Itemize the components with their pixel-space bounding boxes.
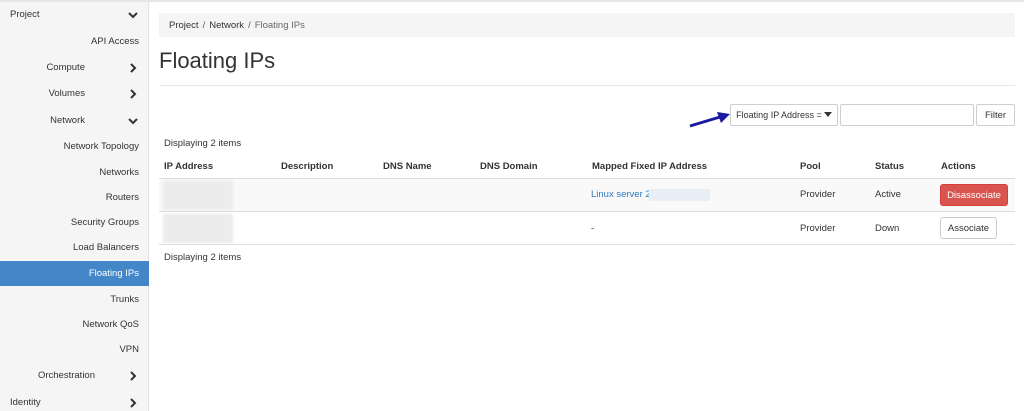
associate-button[interactable]: Associate	[940, 217, 997, 239]
column-header-ip-address[interactable]: IP Address	[164, 161, 213, 172]
page-title: Floating IPs	[159, 48, 276, 73]
filter-button[interactable]: Filter	[976, 104, 1015, 126]
table-row: Linux server 2 Provider Active Disassoci…	[159, 179, 1015, 212]
column-header-actions: Actions	[941, 161, 976, 172]
sidebar-item-floating-ips[interactable]: Floating IPs	[0, 261, 149, 286]
sidebar-item-routers[interactable]: Routers	[0, 185, 149, 210]
redacted-ip-address	[163, 181, 233, 210]
sidebar-item-label: Trunks	[110, 294, 139, 305]
sidebar: Project API Access Compute Volumes Netwo…	[0, 2, 149, 411]
sidebar-item-volumes[interactable]: Volumes	[0, 81, 149, 106]
row-pool: Provider	[800, 223, 836, 234]
displaying-count-bottom: Displaying 2 items	[164, 252, 242, 263]
sidebar-item-label: Security Groups	[70, 217, 139, 228]
row-status: Down	[875, 223, 900, 234]
chevron-right-icon	[130, 62, 137, 73]
sidebar-item-api-access[interactable]: API Access	[0, 29, 149, 54]
top-border	[0, 0, 1024, 2]
sidebar-item-network-topology[interactable]: Network Topology	[0, 134, 149, 159]
column-header-dns-domain[interactable]: DNS Domain	[480, 161, 538, 172]
sidebar-item-label: Orchestration	[37, 370, 95, 381]
sidebar-item-label: Routers	[105, 192, 139, 203]
redacted-ip-address	[163, 214, 233, 243]
sidebar-item-trunks[interactable]: Trunks	[0, 287, 149, 312]
sidebar-item-project[interactable]: Project	[0, 2, 149, 27]
sidebar-item-identity[interactable]: Identity	[0, 390, 149, 411]
sidebar-item-label: Identity	[10, 397, 41, 408]
caret-down-icon	[823, 112, 832, 117]
sidebar-item-label: Floating IPs	[88, 268, 139, 279]
sidebar-item-label: Project	[10, 9, 40, 20]
breadcrumb-item-network[interactable]: Network	[209, 20, 244, 31]
table-row: - Provider Down Associate	[159, 212, 1015, 245]
sidebar-item-label: API Access	[90, 36, 139, 47]
row-status: Active	[875, 189, 901, 200]
sidebar-item-label: VPN	[119, 344, 139, 355]
sidebar-item-label: Compute	[46, 62, 85, 73]
sidebar-item-label: Network QoS	[82, 319, 140, 330]
filter-field-select[interactable]: Floating IP Address =	[730, 104, 838, 126]
chevron-right-icon	[130, 88, 137, 99]
disassociate-button[interactable]: Disassociate	[940, 184, 1008, 206]
sidebar-item-security-groups[interactable]: Security Groups	[0, 210, 149, 235]
sidebar-item-vpn[interactable]: VPN	[0, 337, 149, 362]
chevron-down-icon	[128, 117, 138, 124]
sidebar-item-label: Networks	[99, 167, 139, 178]
column-header-pool[interactable]: Pool	[800, 161, 821, 172]
sidebar-item-network[interactable]: Network	[0, 108, 149, 133]
row-mapped-fixed-ip: -	[591, 223, 595, 234]
sidebar-item-label: Network Topology	[63, 141, 139, 152]
breadcrumb-separator: /	[202, 19, 206, 31]
column-header-description[interactable]: Description	[281, 161, 333, 172]
column-header-dns-name[interactable]: DNS Name	[383, 161, 432, 172]
sidebar-item-network-qos[interactable]: Network QoS	[0, 312, 149, 337]
displaying-count-top: Displaying 2 items	[164, 138, 242, 149]
breadcrumb-item-project[interactable]: Project	[169, 20, 199, 31]
filter-field-label: Floating IP Address =	[736, 110, 822, 120]
breadcrumb: Project / Network / Floating IPs	[159, 13, 1015, 37]
sidebar-item-networks[interactable]: Networks	[0, 160, 149, 185]
breadcrumb-item-current: Floating IPs	[254, 19, 305, 31]
filter-input[interactable]	[840, 104, 974, 126]
sidebar-item-label: Network	[50, 115, 85, 126]
row-mapped-fixed-ip-link[interactable]: Linux server 2	[591, 189, 651, 200]
sidebar-item-orchestration[interactable]: Orchestration	[0, 363, 149, 388]
chevron-down-icon	[128, 11, 138, 18]
title-divider	[159, 85, 1015, 86]
arrow-icon	[689, 112, 730, 128]
column-header-mapped-fixed-ip[interactable]: Mapped Fixed IP Address	[592, 161, 707, 172]
breadcrumb-separator: /	[248, 19, 251, 31]
sidebar-item-load-balancers[interactable]: Load Balancers	[0, 235, 149, 260]
chevron-right-icon	[130, 397, 137, 408]
row-pool: Provider	[800, 189, 836, 200]
redacted-fixed-ip	[649, 189, 710, 201]
sidebar-item-label: Load Balancers	[72, 242, 139, 253]
column-header-status[interactable]: Status	[875, 161, 904, 172]
chevron-right-icon	[130, 370, 137, 381]
sidebar-item-label: Volumes	[48, 88, 85, 99]
sidebar-item-compute[interactable]: Compute	[0, 55, 149, 80]
